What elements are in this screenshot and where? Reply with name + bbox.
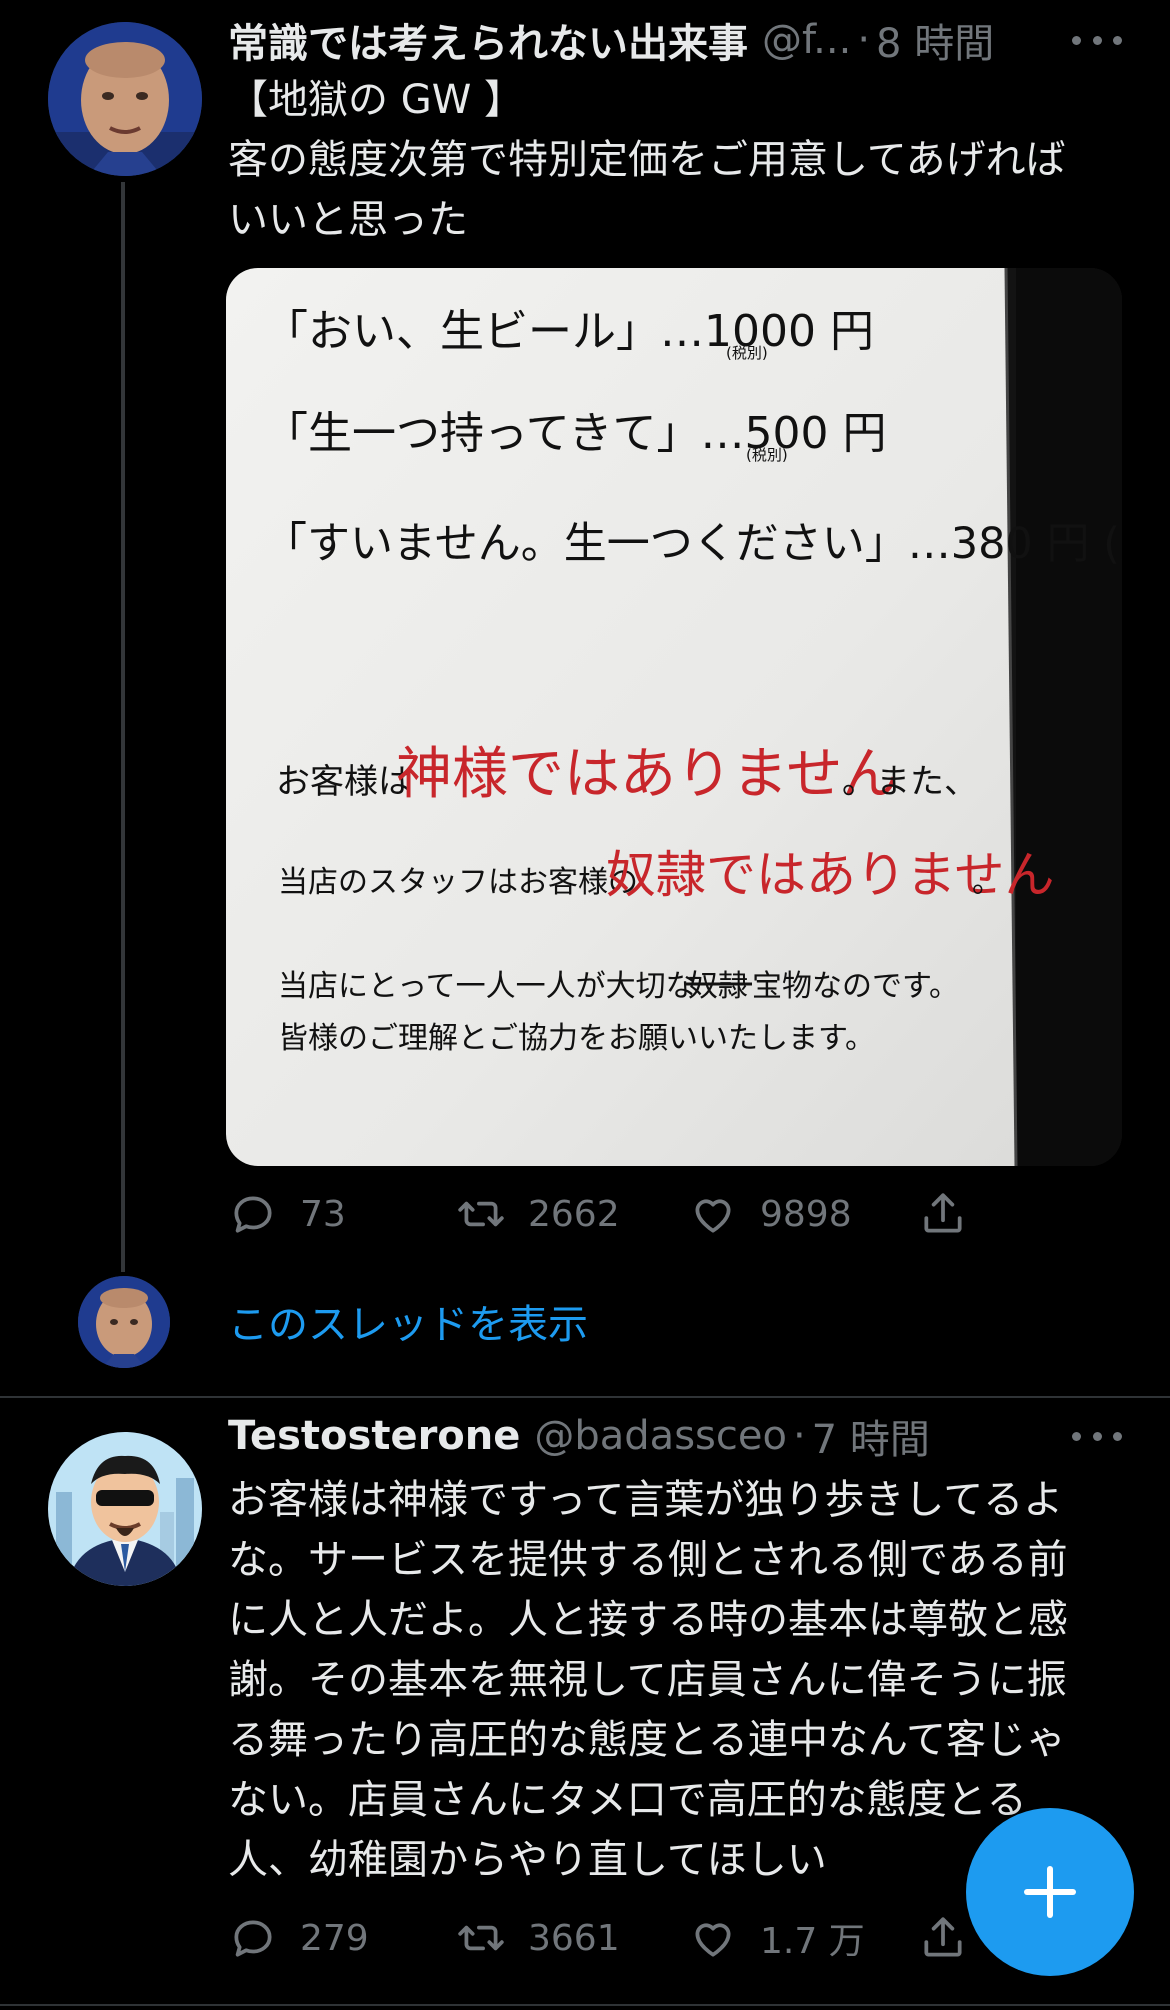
sign-line-4a: お客様は: [276, 762, 412, 802]
text-line: な。サービスを提供する側とされる側である前: [228, 1537, 1068, 1583]
more-icon[interactable]: [1072, 1416, 1122, 1456]
divider: [0, 2004, 1170, 2006]
sign-line-3: 「すいません。生一つください」…380 円 (定価): [264, 519, 1122, 569]
retweet-count: 2662: [528, 1193, 620, 1235]
sign-line-6b: 宝物なのです。: [752, 969, 959, 1004]
separator: ·: [857, 17, 871, 63]
show-thread-link[interactable]: このスレッドを表示: [228, 1292, 588, 1350]
tweet-header: Testosterone @badassceo · 7 時間: [228, 1406, 1050, 1466]
more-icon[interactable]: [1072, 20, 1122, 60]
avatar[interactable]: [48, 22, 202, 176]
sign-line-2: 「生一つ持ってきて」…500 円: [264, 408, 886, 459]
like-button[interactable]: 9898: [688, 1189, 918, 1239]
reply-icon: [234, 1920, 272, 1957]
timestamp[interactable]: 8 時間: [876, 11, 994, 69]
sign-line-1: 「おい、生ビール」…1000 円: [264, 306, 874, 357]
sign-line-6-struck: 奴隷: [688, 969, 748, 1004]
text-line: 謝。その基本を無視して店員さんに偉そうに振: [228, 1657, 1067, 1703]
display-name[interactable]: 常識では考えられない出来事: [228, 11, 748, 69]
tweet-header: 常識では考えられない出来事 @f... · 8 時間: [228, 10, 1050, 70]
reply-button[interactable]: 73: [228, 1189, 456, 1239]
avatar-illustration: [48, 1432, 202, 1586]
separator: ·: [792, 1413, 806, 1459]
text-line: る舞ったり高圧的な態度とる連中なんて客じゃ: [228, 1717, 1066, 1763]
retweet-icon: [458, 1925, 504, 1951]
like-icon: [695, 1923, 731, 1957]
tweet-text: 【地獄の GW 】 客の態度次第で特別定価をご用意してあげれば いいと思った: [228, 70, 1118, 250]
avatar-photo: [78, 1276, 170, 1368]
sign-tax-note: (税別): [726, 344, 768, 362]
share-icon: [924, 1193, 962, 1233]
timestamp[interactable]: 7 時間: [812, 1407, 930, 1465]
text-line: お客様は神様ですって言葉が独り歩きしてるよ: [228, 1477, 1064, 1523]
sign-line-4c: 。また、: [842, 762, 978, 802]
sign-line-4b: 神様ではありません: [396, 742, 898, 807]
reply-button[interactable]: 279: [228, 1913, 456, 1963]
reply-icon: [234, 1196, 272, 1233]
text-line: 客の態度次第で特別定価をご用意してあげれば: [228, 137, 1066, 183]
like-count: 1.7 万: [760, 1921, 865, 1962]
thread-avatar[interactable]: [78, 1276, 170, 1368]
handle[interactable]: @f...: [762, 17, 851, 63]
reply-count: 279: [300, 1917, 369, 1959]
tweet-image[interactable]: 「おい、生ビール」…1000 円 (税別) 「生一つ持ってきて」…500 円 (…: [226, 268, 1122, 1166]
retweet-icon: [458, 1201, 504, 1227]
sign-line-5c: 。: [972, 865, 1002, 900]
text-line: ない。店員さんにタメ口で高圧的な態度とる: [228, 1777, 1027, 1823]
like-button[interactable]: 1.7 万: [688, 1912, 918, 1964]
text-line: いいと思った: [228, 197, 468, 243]
sign-line-7: 皆様のご理解とご協力をお願いいたします。: [278, 1021, 875, 1056]
share-icon: [924, 1917, 962, 1957]
avatar[interactable]: [48, 1432, 202, 1586]
tweet-actions: 279 3661 1.7 万: [228, 1908, 1008, 1968]
display-name[interactable]: Testosterone: [228, 1413, 520, 1459]
compose-button[interactable]: [966, 1808, 1134, 1976]
retweet-button[interactable]: 2662: [456, 1189, 688, 1239]
tweet-1[interactable]: 常識では考えられない出来事 @f... · 8 時間 【地獄の GW 】 客の態…: [0, 0, 1170, 1396]
avatar-photo: [48, 22, 202, 176]
like-count: 9898: [760, 1193, 852, 1235]
text-line: 【地獄の GW 】: [228, 77, 524, 123]
sign-line-5a: 当店のスタッフはお客様の: [278, 865, 638, 900]
text-line: に人と人だよ。人と接する時の基本は尊敬と感: [228, 1597, 1068, 1643]
reply-count: 73: [300, 1193, 346, 1235]
tweet-text: お客様は神様ですって言葉が独り歩きしてるよ な。サービスを提供する側とされる側で…: [228, 1470, 1118, 1890]
retweet-count: 3661: [528, 1917, 620, 1959]
sign-tax-note: (税別): [746, 446, 788, 464]
handle[interactable]: @badassceo: [534, 1413, 787, 1459]
tweet-actions: 73 2662 9898: [228, 1184, 1008, 1244]
sign-line-6a: 当店にとって一人一人が大切な: [278, 969, 696, 1004]
like-icon: [695, 1199, 731, 1233]
compose-icon: [1024, 1866, 1076, 1918]
retweet-button[interactable]: 3661: [456, 1913, 688, 1963]
thread-line: [121, 182, 125, 1272]
share-button[interactable]: [918, 1189, 990, 1239]
